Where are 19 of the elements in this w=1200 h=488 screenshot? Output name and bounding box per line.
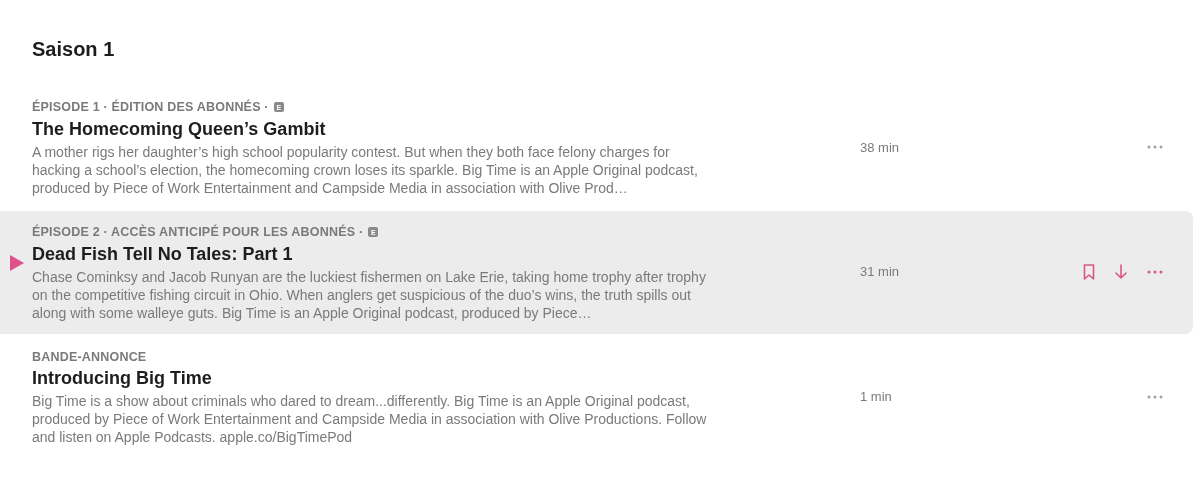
episode-title[interactable]: The Homecoming Queen’s Gambit [32, 116, 712, 141]
episode-description: A mother rigs her daughter’s high school popularity contest. But when they both face felony charges for hacking a school’s election, the homecoming crown loses its sparkle. Big Time is an Apple Original podcast, produced by Piece of Work Entertainment and Campside Media in association with Olive Prod… [32, 142, 699, 197]
more-icon[interactable] [1147, 394, 1163, 399]
episode-label: ÉPISODE 1 · ÉDITION DES ABONNÉS · [32, 98, 269, 116]
episode-duration: 1 min [860, 388, 893, 407]
play-icon[interactable] [10, 254, 24, 271]
episode-description: Big Time is a show about criminals who dared to dream...differently. Big Time is an Apple Original podcast, produced by Piece of Work Entertainment and Campside Media in association with Olive Productions. Follow and listen on Apple Podcasts. apple.co/BigTimePod [32, 392, 708, 447]
episode-duration: 31 min [860, 263, 901, 282]
more-icon[interactable] [1147, 270, 1163, 275]
episode-title[interactable]: Introducing Big Time [32, 366, 712, 391]
episode-title[interactable]: Dead Fish Tell No Tales: Part 1 [32, 241, 712, 266]
more-icon[interactable] [1147, 145, 1163, 150]
episode-description: Chase Cominksy and Jacob Runyan are the luckiest fishermen on Lake Erie, taking home trophy after trophy on the competitive fishing circuit in Ohio. When anglers get suspicious of the duo’s wins, the truth spills out along with some walleye guts. Big Time is an Apple Original podcast, produced by Piece… [32, 267, 707, 322]
season-title: Saison 1 [31, 37, 116, 62]
bookmark-icon[interactable] [1083, 264, 1095, 281]
episode-label: BANDE-ANNONCE [32, 348, 147, 366]
download-icon[interactable] [1115, 264, 1127, 281]
episode-label: ÉPISODE 2 · ACCÈS ANTICIPÉ POUR LES ABONNÉS · [32, 223, 364, 241]
episode-duration: 38 min [860, 138, 901, 157]
